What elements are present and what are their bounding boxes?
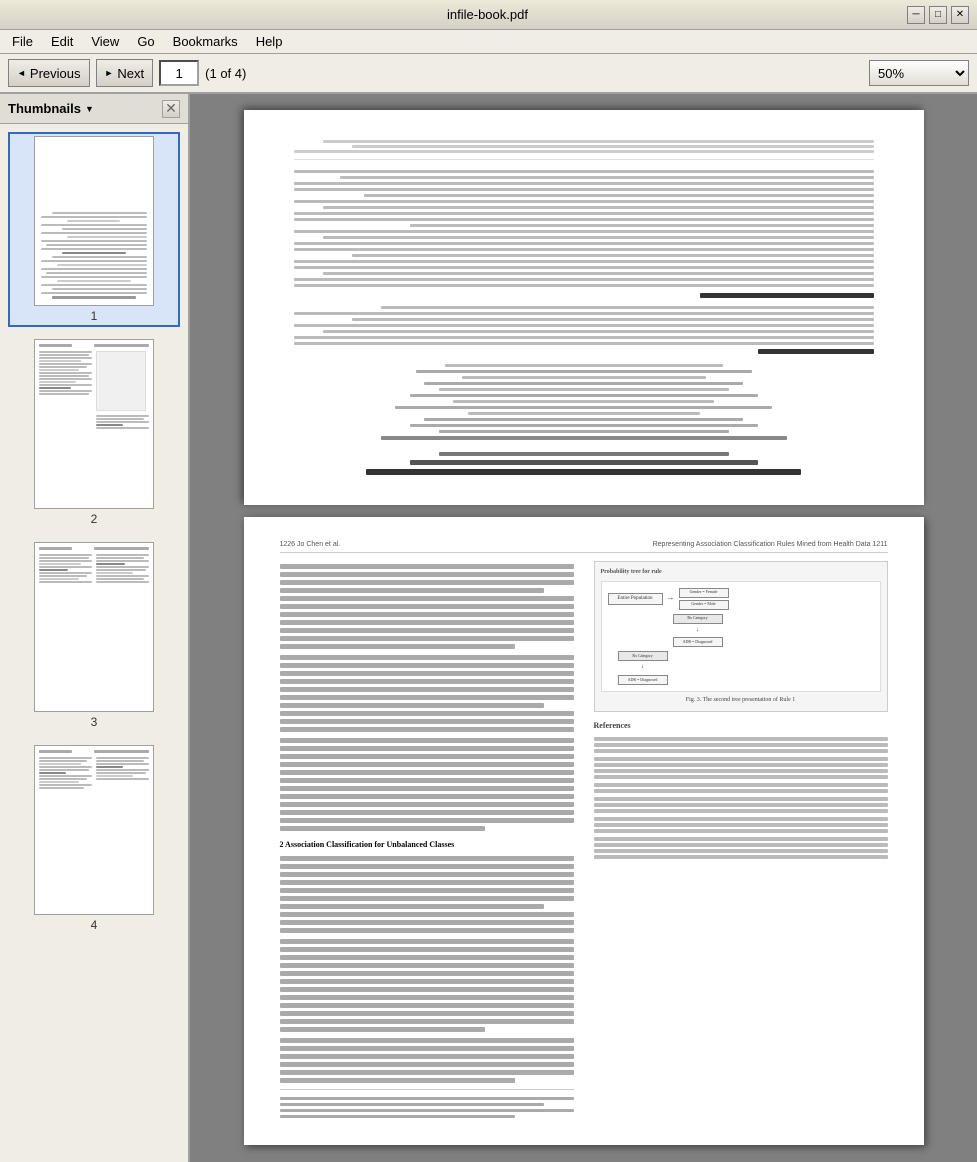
- previous-label: Previous: [30, 66, 81, 81]
- next-label: Next: [117, 66, 144, 81]
- sidebar-header: Thumbnails ▼ ✕: [0, 94, 188, 124]
- page-number-input[interactable]: [159, 60, 199, 86]
- para-section2-3: [280, 1038, 574, 1083]
- thumb-label-3: 3: [91, 715, 98, 729]
- pdf-page-2: 1226 Jo Chen et al. Representing Associa…: [244, 517, 924, 1145]
- para-section2-2: [280, 939, 574, 1032]
- maximize-button[interactable]: □: [929, 6, 947, 24]
- menu-edit[interactable]: Edit: [43, 32, 81, 51]
- ref-3: [594, 783, 888, 793]
- para-intro: [280, 564, 574, 649]
- thumb-label-4: 4: [91, 918, 98, 932]
- references-section: References: [594, 720, 888, 859]
- thumbnail-page-2[interactable]: 2: [8, 335, 180, 530]
- figure-3: Probability tree for rule Entire Populat…: [594, 561, 888, 712]
- sidebar: Thumbnails ▼ ✕: [0, 94, 190, 1162]
- thumbnail-page-1[interactable]: 1: [8, 132, 180, 327]
- section2-title: 2 Association Classification for Unbalan…: [280, 839, 574, 852]
- menu-go[interactable]: Go: [129, 32, 162, 51]
- thumb-label-2: 2: [91, 512, 98, 526]
- thumbnail-page-4[interactable]: 4: [8, 741, 180, 936]
- thumb-box-4: [34, 745, 154, 915]
- page-2-content: 2 Association Classification for Unbalan…: [280, 561, 888, 1121]
- toolbar: ◄ Previous ► Next (1 of 4) 50% 75% 100% …: [0, 54, 977, 94]
- window-title: infile-book.pdf: [447, 7, 528, 22]
- next-arrow-icon: ►: [105, 68, 114, 78]
- page-2-right-col: Probability tree for rule Entire Populat…: [594, 561, 888, 1121]
- sidebar-content: 1: [0, 124, 188, 1162]
- para-2: [280, 655, 574, 732]
- page-2-header-right: Representing Association Classification …: [653, 541, 888, 548]
- menu-bookmarks[interactable]: Bookmarks: [165, 32, 246, 51]
- zoom-select[interactable]: 50% 75% 100% 125% 150% 200%: [869, 60, 969, 86]
- minimize-button[interactable]: ─: [907, 6, 925, 24]
- ref-5: [594, 817, 888, 833]
- sidebar-title: Thumbnails: [8, 101, 81, 116]
- next-button[interactable]: ► Next: [96, 59, 154, 87]
- para-section2-1: [280, 856, 574, 933]
- main-layout: Thumbnails ▼ ✕: [0, 94, 977, 1162]
- references-title: References: [594, 720, 888, 732]
- page-2-header-left: 1226 Jo Chen et al.: [280, 541, 341, 548]
- pdf-page-1: [244, 110, 924, 505]
- menu-file[interactable]: File: [4, 32, 41, 51]
- menu-bar: File Edit View Go Bookmarks Help: [0, 30, 977, 54]
- close-button[interactable]: ✕: [951, 6, 969, 24]
- thumb-box-3: [34, 542, 154, 712]
- menu-help[interactable]: Help: [248, 32, 291, 51]
- sidebar-dropdown-icon: ▼: [85, 104, 94, 114]
- thumb-box-1: [34, 136, 154, 306]
- page-2-left-col: 2 Association Classification for Unbalan…: [280, 561, 574, 1121]
- fig-caption: Fig. 3. The second tree presentation of …: [601, 696, 881, 706]
- ref-4: [594, 797, 888, 813]
- sidebar-title-area[interactable]: Thumbnails ▼: [8, 101, 94, 116]
- window-controls: ─ □ ✕: [907, 6, 969, 24]
- thumb-box-2: [34, 339, 154, 509]
- thumb-label-1: 1: [91, 309, 98, 323]
- content-area[interactable]: 1226 Jo Chen et al. Representing Associa…: [190, 94, 977, 1162]
- page-2-header: 1226 Jo Chen et al. Representing Associa…: [280, 541, 888, 553]
- prev-arrow-icon: ◄: [17, 68, 26, 78]
- menu-view[interactable]: View: [83, 32, 127, 51]
- ref-6: [594, 837, 888, 859]
- title-bar: infile-book.pdf ─ □ ✕: [0, 0, 977, 30]
- ref-2: [594, 757, 888, 779]
- page-info: (1 of 4): [205, 66, 246, 81]
- thumbnail-page-3[interactable]: 3: [8, 538, 180, 733]
- sidebar-close-button[interactable]: ✕: [162, 100, 180, 118]
- ref-1: [594, 737, 888, 753]
- para-3: [280, 738, 574, 831]
- previous-button[interactable]: ◄ Previous: [8, 59, 90, 87]
